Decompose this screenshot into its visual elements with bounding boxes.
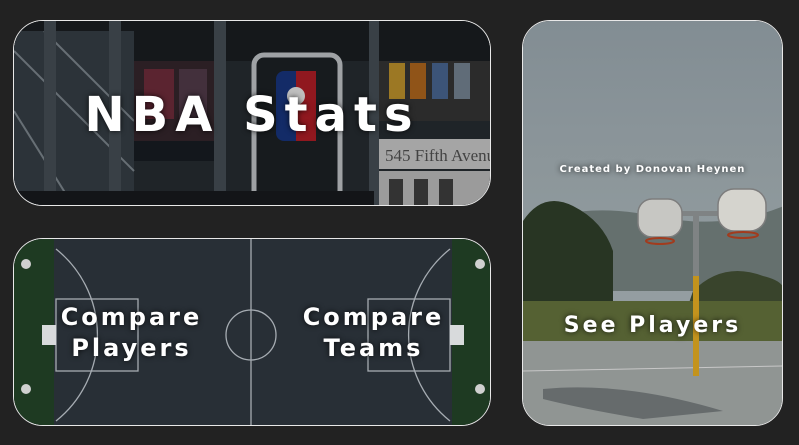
see-players-card[interactable]: Created by Donovan Heynen See Players [522,20,783,426]
compare-teams-line1: Compare [302,303,445,331]
compare-players-button[interactable]: Compare Players [44,302,219,364]
compare-card: Compare Players Compare Teams [13,238,491,426]
compare-teams-line2: Teams [323,334,424,362]
nba-stats-hero-card[interactable]: 545 Fifth Avenue NBA Stats [13,20,491,206]
compare-players-line2: Players [71,334,192,362]
see-players-label: See Players [563,313,742,338]
compare-teams-button[interactable]: Compare Teams [286,302,461,364]
app-title: NBA Stats [84,87,420,143]
compare-players-line1: Compare [60,303,203,331]
author-credit: Created by Donovan Heynen [559,164,746,175]
outdoor-hoop-photo [523,21,782,425]
